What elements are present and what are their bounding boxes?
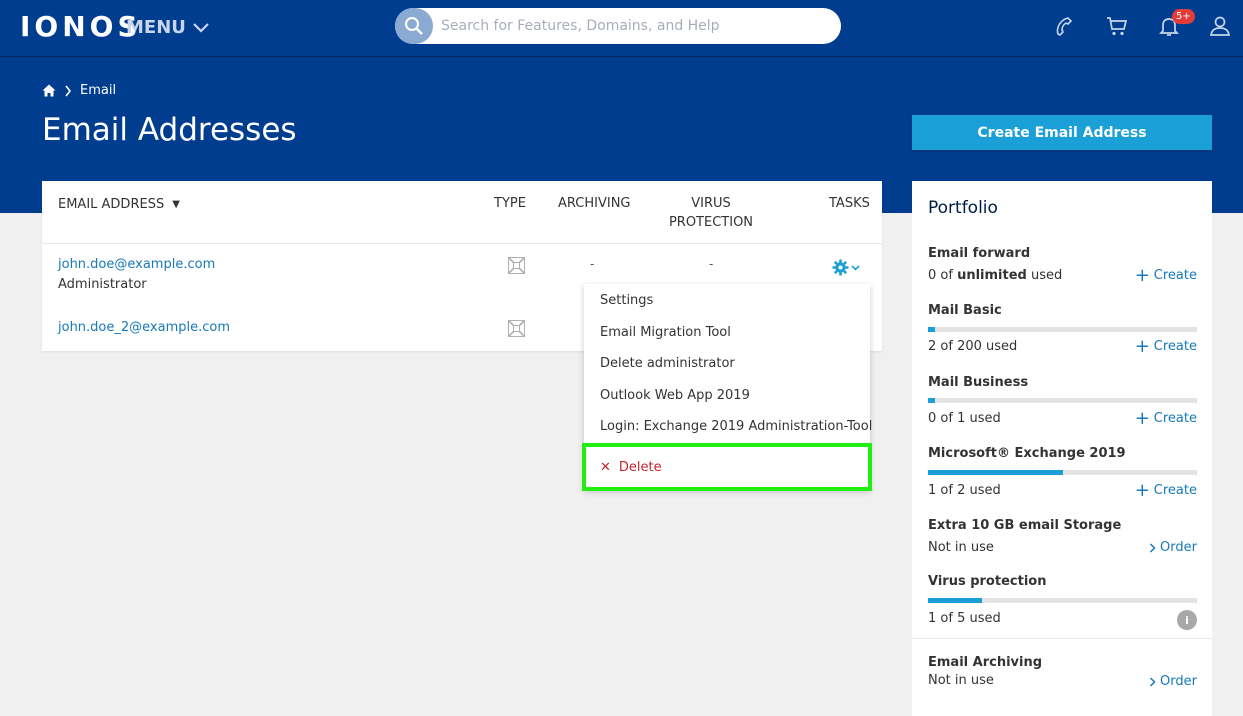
column-virus-line2: PROTECTION [668, 215, 754, 230]
portfolio-item-usage: 0 of 1 used [928, 411, 1001, 426]
column-tasks: TASKS [829, 196, 870, 211]
table-header: EMAIL ADDRESS ▼ TYPE ARCHIVING VIRUS PROT… [42, 181, 882, 244]
usage-progress-fill [928, 598, 982, 603]
portfolio-item-usage: 0 of unlimited used [928, 268, 1062, 283]
usage-progress-bar [928, 327, 1197, 332]
chevron-right-icon [1150, 542, 1156, 553]
exchange-type-icon [508, 320, 525, 337]
divider [912, 638, 1212, 639]
portfolio-title: Portfolio [928, 198, 998, 218]
plus-icon: + [1134, 265, 1150, 286]
portfolio-item-name: Mail Basic [928, 303, 1002, 318]
usage-progress-fill [928, 398, 935, 403]
info-icon[interactable]: i [1177, 610, 1197, 630]
row-2-email[interactable]: john.doe_2@example.com [58, 320, 230, 335]
cart-icon [1107, 17, 1128, 36]
action-label: Create [1153, 483, 1197, 498]
top-navigation-bar: IONOS MENU 5+ [0, 0, 1243, 57]
chevron-right-icon [1150, 676, 1156, 687]
action-label: Create [1153, 268, 1197, 283]
usage-progress-bar [928, 470, 1197, 475]
page-title: Email Addresses [42, 112, 297, 148]
usage-progress-fill [928, 470, 1063, 475]
usage-progress-fill [928, 327, 935, 332]
menu-item-settings[interactable]: Settings [600, 293, 653, 308]
create-exchange-link[interactable]: + Create [1134, 480, 1197, 501]
portfolio-item-name: Extra 10 GB email Storage [928, 518, 1122, 533]
portfolio-item-name: Virus protection [928, 574, 1047, 589]
cart-button[interactable] [1104, 13, 1130, 39]
usage-suffix: used [1026, 268, 1063, 283]
action-label: Order [1160, 674, 1197, 689]
portfolio-item-usage: Not in use [928, 540, 994, 555]
plus-icon: + [1134, 408, 1150, 429]
usage-progress-bar [928, 598, 1197, 603]
row-1-role: Administrator [58, 277, 147, 292]
portfolio-item-usage: 2 of 200 used [928, 339, 1018, 354]
search-input[interactable] [441, 8, 831, 44]
search-button[interactable] [395, 8, 433, 44]
chevron-down-icon [851, 264, 860, 271]
breadcrumb-current[interactable]: Email [80, 83, 116, 98]
portfolio-item-usage: 1 of 2 used [928, 483, 1001, 498]
portfolio-item-name: Microsoft® Exchange 2019 [928, 446, 1126, 461]
phone-icon [1056, 17, 1073, 36]
exchange-type-icon [508, 257, 525, 274]
create-mail-business-link[interactable]: + Create [1134, 408, 1197, 429]
portfolio-item-name: Email Archiving [928, 655, 1043, 670]
column-email-label: EMAIL ADDRESS [58, 197, 165, 212]
usage-prefix: 0 of [928, 268, 958, 283]
portfolio-item-usage: Not in use [928, 673, 994, 688]
row-1-tasks-menu-button[interactable] [832, 259, 860, 276]
breadcrumb: Email [42, 83, 116, 98]
sort-down-icon: ▼ [172, 199, 180, 210]
usage-progress-bar [928, 398, 1197, 403]
search-icon [405, 17, 423, 35]
menu-item-outlook-web-app[interactable]: Outlook Web App 2019 [600, 388, 750, 403]
menu-item-delete[interactable]: ✕ Delete [582, 443, 872, 491]
order-extra-storage-link[interactable]: Order [1149, 540, 1197, 555]
column-virus-line1: VIRUS [691, 196, 731, 211]
plus-icon: + [1134, 480, 1150, 501]
order-email-archiving-link[interactable]: Order [1149, 674, 1197, 689]
menu-label: MENU [126, 17, 186, 38]
menu-item-delete-label: Delete [618, 459, 662, 475]
account-button[interactable] [1207, 13, 1233, 39]
usage-strong: unlimited [957, 268, 1027, 283]
portfolio-item-name: Email forward [928, 246, 1031, 261]
gear-icon [832, 259, 849, 276]
user-icon [1209, 16, 1231, 36]
create-email-address-button[interactable]: Create Email Address [912, 115, 1212, 150]
row-1-archiving: - [590, 257, 595, 271]
menu-button[interactable]: MENU [126, 17, 210, 38]
row-1-email[interactable]: john.doe@example.com [58, 257, 215, 272]
menu-item-delete-administrator[interactable]: Delete administrator [600, 356, 735, 371]
action-label: Create [1153, 411, 1197, 426]
portfolio-item-usage: 1 of 5 used [928, 611, 1001, 626]
portfolio-item-name: Mail Business [928, 375, 1029, 390]
create-mail-basic-link[interactable]: + Create [1134, 336, 1197, 357]
plus-icon: + [1134, 336, 1150, 357]
ionos-logo[interactable]: IONOS [20, 10, 142, 43]
column-archiving: ARCHIVING [558, 196, 631, 211]
column-email-address[interactable]: EMAIL ADDRESS ▼ [58, 195, 180, 214]
search-bar [395, 8, 841, 44]
menu-item-email-migration-tool[interactable]: Email Migration Tool [600, 325, 731, 340]
action-label: Create [1153, 339, 1197, 354]
row-1-virus-protection: - [709, 257, 714, 271]
chevron-right-icon [65, 85, 72, 96]
notification-badge: 5+ [1172, 9, 1195, 24]
menu-item-exchange-admin-login[interactable]: Login: Exchange 2019 Administration-Tool [600, 419, 872, 434]
portfolio-panel: Portfolio Email forward 0 of unlimited u… [912, 181, 1212, 716]
column-type: TYPE [494, 196, 526, 211]
home-icon[interactable] [42, 84, 56, 97]
chevron-down-icon [193, 22, 209, 33]
close-icon: ✕ [600, 459, 611, 475]
column-virus-protection: VIRUS PROTECTION [662, 194, 760, 232]
action-label: Order [1160, 540, 1197, 555]
phone-button[interactable] [1051, 13, 1077, 39]
create-email-forward-link[interactable]: + Create [1134, 265, 1197, 286]
